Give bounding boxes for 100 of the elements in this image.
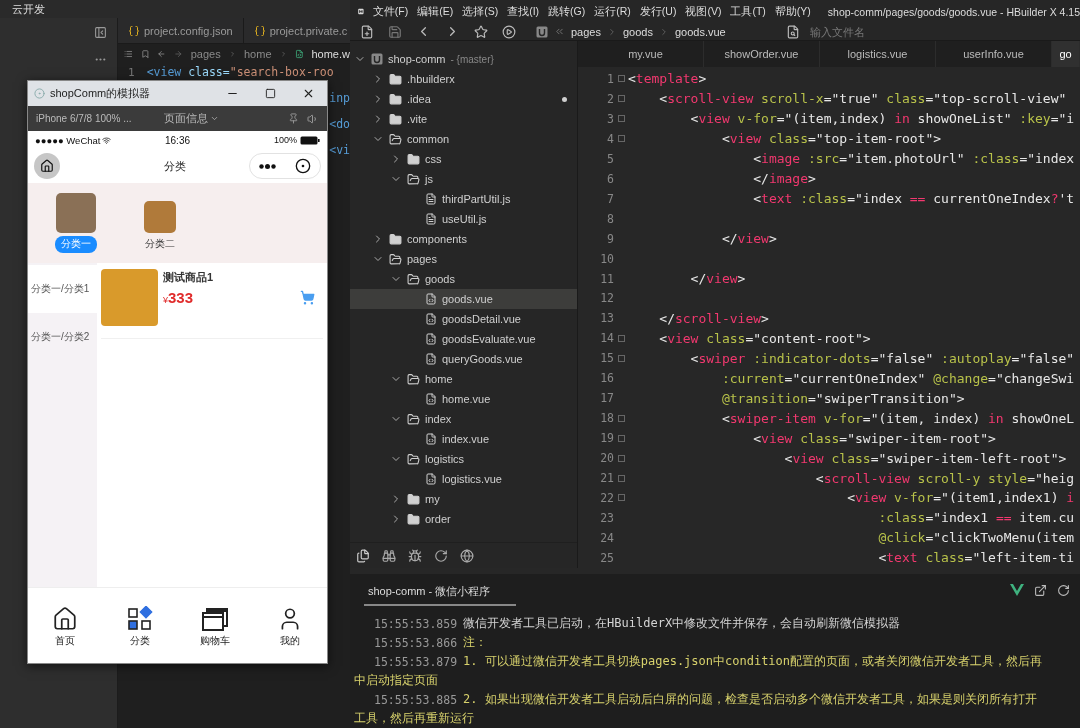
run-icon[interactable] (502, 24, 516, 39)
folder-item[interactable]: .idea (350, 89, 577, 109)
folder-icon (389, 92, 402, 106)
folder-item[interactable]: .hbuilderx (350, 69, 577, 89)
currency-sign: ¥ (163, 295, 168, 305)
more-icon (259, 163, 277, 169)
restart-icon[interactable] (1057, 583, 1070, 597)
files-icon[interactable] (356, 548, 370, 563)
menu-item[interactable]: 云开发 (12, 1, 45, 17)
folder-item[interactable]: shop-comm - {master} (350, 49, 577, 69)
export-icon[interactable] (1034, 583, 1047, 597)
code-line: <image :src="item.photoUrl" :class="index (752, 151, 1075, 167)
folder-item[interactable]: index (350, 409, 577, 429)
fold-icon[interactable] (617, 454, 625, 462)
menu-item[interactable]: 运行(R) (594, 4, 631, 19)
vue-logo-icon[interactable] (1010, 583, 1024, 596)
folder-item[interactable]: logistics (350, 449, 577, 469)
star-icon[interactable] (474, 24, 488, 39)
menu-item[interactable]: 文件(F) (372, 4, 409, 19)
save-icon[interactable] (388, 24, 402, 39)
target-button[interactable] (294, 158, 311, 174)
menu-item[interactable]: 分类一/分类1 (28, 265, 97, 313)
breadcrumb-item[interactable]: home.w (311, 48, 350, 60)
menu-item[interactable]: 选择(S) (462, 4, 499, 19)
folder-item[interactable]: js (350, 169, 577, 189)
home-button[interactable] (34, 153, 60, 179)
cart-icon[interactable] (300, 290, 315, 305)
editor-tab[interactable]: project.private.c (243, 18, 350, 43)
fold-icon[interactable] (617, 434, 625, 442)
menu-item[interactable]: 帮助(Y) (774, 4, 811, 19)
folder-item[interactable]: .vite (350, 109, 577, 129)
file-icon (425, 213, 437, 225)
fold-icon[interactable] (617, 95, 625, 103)
file-item[interactable]: home.vue (350, 389, 577, 409)
fold-icon[interactable] (617, 354, 625, 362)
more-button[interactable] (259, 163, 277, 169)
breadcrumb-item[interactable]: goods.vue (674, 25, 726, 38)
file-item[interactable]: logistics.vue (350, 469, 577, 489)
line-number: 21 (599, 471, 614, 486)
battery-text: 100% (273, 135, 297, 145)
fold-icon[interactable] (617, 414, 625, 422)
speaker-icon[interactable] (307, 112, 319, 125)
fold-icon[interactable] (617, 334, 625, 342)
bookmark-icon[interactable] (140, 48, 150, 60)
folder-item[interactable]: pages (350, 249, 577, 269)
file-item[interactable]: queryGoods.vue (350, 349, 577, 369)
fold-icon[interactable] (617, 474, 625, 482)
collapse-panel-icon[interactable] (94, 26, 107, 39)
new-file-icon[interactable] (360, 24, 374, 39)
folder-item[interactable]: my (350, 489, 577, 509)
menu-item[interactable]: 编辑(E) (417, 4, 454, 19)
outline-icon[interactable] (124, 48, 133, 60)
tab-bar-item[interactable]: 我的 (252, 606, 327, 663)
pin-icon[interactable] (288, 113, 299, 124)
line-number: 6 (606, 171, 614, 186)
file-item[interactable]: goodsDetail.vue (350, 309, 577, 329)
fold-icon[interactable] (617, 115, 625, 123)
file-name: common (407, 133, 450, 145)
folder-item[interactable]: goods (350, 269, 577, 289)
menu-item[interactable]: 跳转(G) (548, 4, 586, 19)
folder-icon (407, 512, 420, 526)
menu-item[interactable]: 分类一/分类2 (28, 313, 97, 361)
file-item[interactable]: index.vue (350, 429, 577, 449)
tab-bar-item[interactable]: 分类 (102, 606, 178, 663)
folder-item[interactable]: common (350, 129, 577, 149)
tab-bar-item[interactable]: 购物车 (177, 606, 253, 663)
file-item[interactable]: useUtil.js (350, 209, 577, 229)
binoculars-icon[interactable] (382, 548, 396, 563)
folder-icon (389, 232, 402, 246)
fold-icon[interactable] (617, 135, 625, 143)
search-field[interactable]: 输入文件名 (808, 24, 968, 39)
breadcrumb-item[interactable]: pages (190, 48, 221, 60)
breadcrumb-item[interactable]: home (244, 48, 272, 60)
device-selector[interactable]: iPhone 6/7/8 100% ... (36, 113, 148, 124)
menu-item[interactable]: 发行(U) (639, 4, 677, 19)
menu-item[interactable]: 查找(I) (507, 4, 540, 19)
product-name: 测试商品1 (163, 270, 215, 285)
folder-item[interactable]: order (350, 509, 577, 529)
breadcrumb-item[interactable]: goods (623, 25, 653, 38)
editor-tab[interactable]: project.config.json (118, 18, 244, 43)
page-info-button[interactable]: 页面信息 (164, 111, 280, 126)
refresh-icon[interactable] (434, 548, 448, 563)
bug-icon[interactable] (408, 548, 422, 563)
folder-item[interactable]: css (350, 149, 577, 169)
fold-icon[interactable] (617, 494, 625, 502)
category-tab[interactable]: 分类二 (139, 236, 181, 253)
file-item[interactable]: goods.vue (350, 289, 577, 309)
breadcrumb-item[interactable]: pages (571, 25, 601, 38)
editor-tab[interactable]: go (1052, 41, 1080, 67)
file-item[interactable]: goodsEvaluate.vue (350, 329, 577, 349)
fold-icon[interactable] (617, 75, 625, 83)
console-tab[interactable]: shop-comm - 微信小程序 (364, 578, 516, 606)
folder-item[interactable]: components (350, 229, 577, 249)
globe-icon[interactable] (460, 548, 474, 563)
file-name: goodsEvaluate.vue (442, 333, 536, 345)
folder-item[interactable]: home (350, 369, 577, 389)
tab-bar-item[interactable]: 首页 (28, 606, 103, 663)
file-item[interactable]: thirdPartUtil.js (350, 189, 577, 209)
menu-item[interactable]: 视图(V) (685, 4, 722, 19)
menu-item[interactable]: 工具(T) (730, 4, 766, 19)
